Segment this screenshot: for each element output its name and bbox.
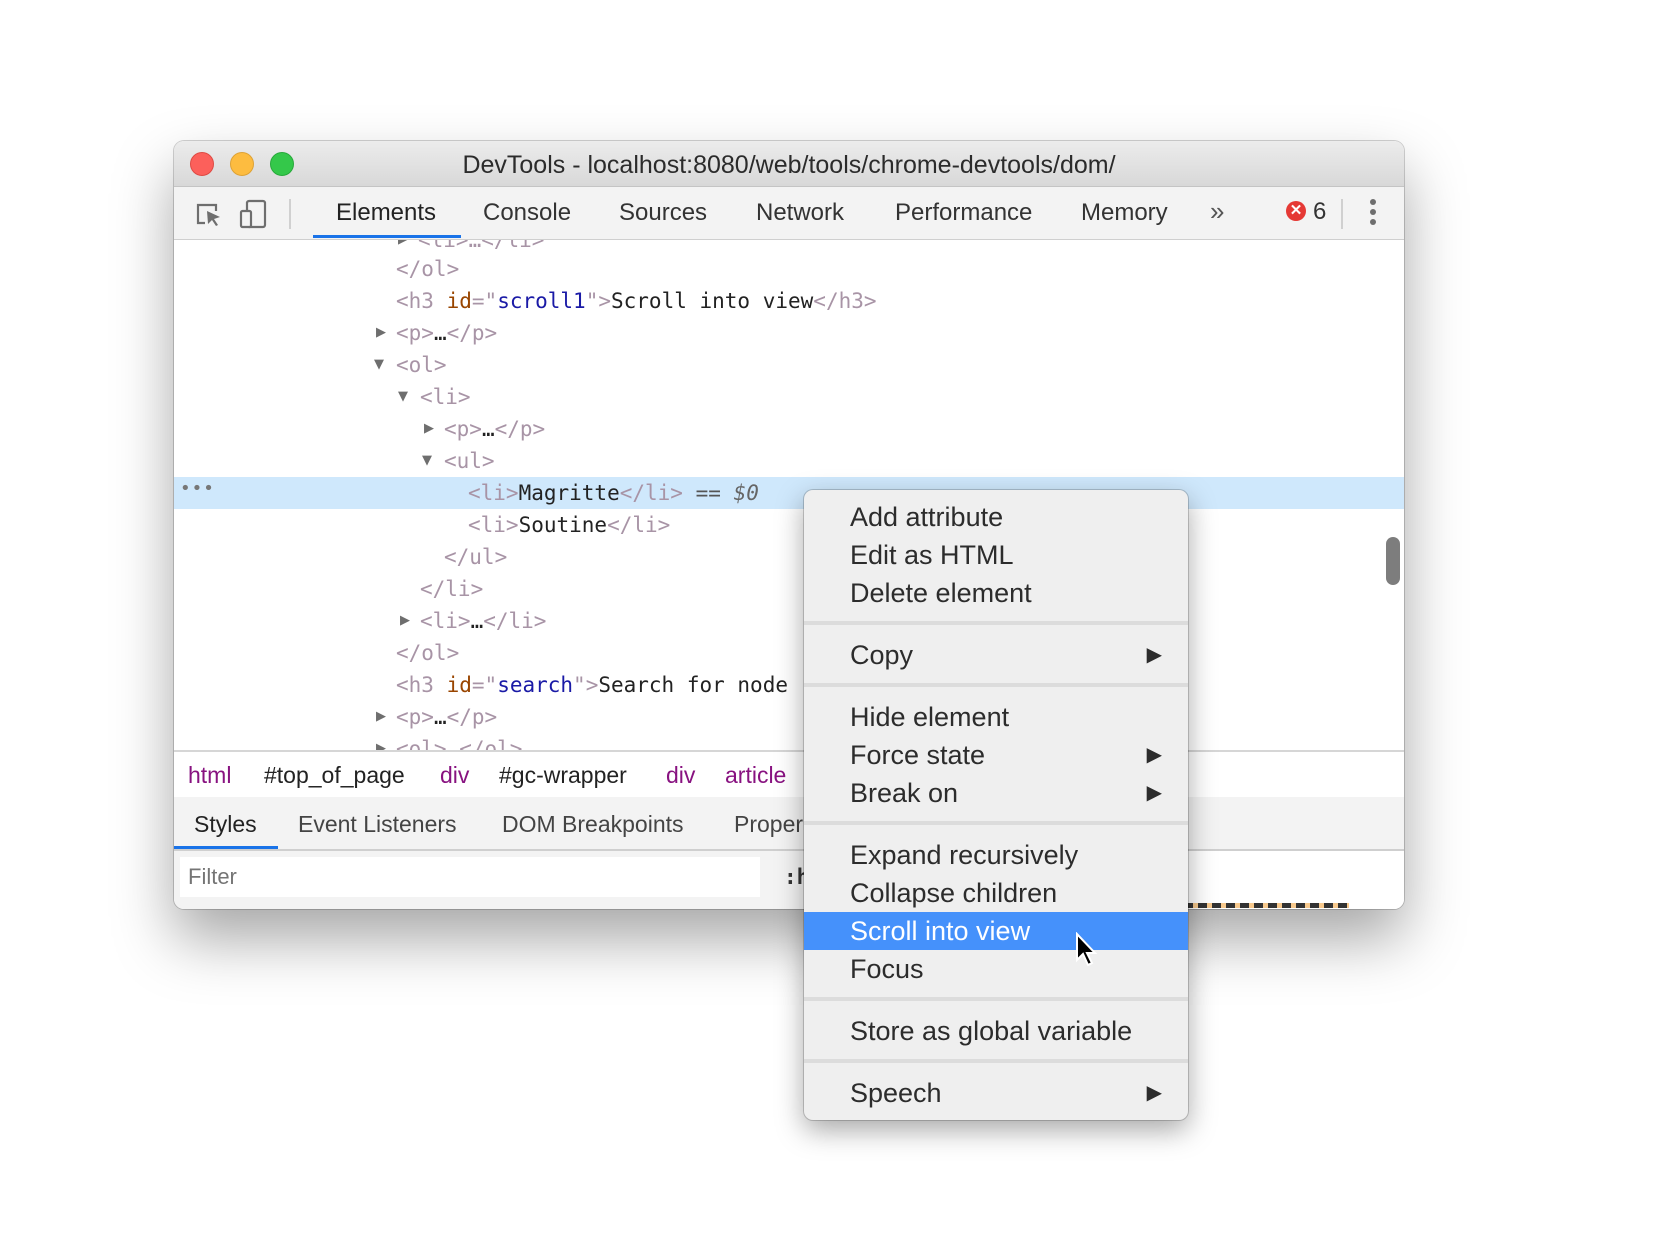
menu-item-store-as-global-variable[interactable]: Store as global variable: [804, 1012, 1188, 1050]
kebab-menu-icon[interactable]: [1370, 199, 1376, 229]
collapse-triangle-icon[interactable]: ▼: [422, 445, 432, 477]
dom-row[interactable]: ▼ <li>: [174, 381, 1404, 413]
tab-sources[interactable]: Sources: [619, 199, 707, 227]
toolbar-divider-right: [1341, 199, 1343, 229]
context-menu: Add attribute Edit as HTML Delete elemen…: [804, 490, 1188, 1120]
expand-triangle-icon[interactable]: ▶: [424, 413, 434, 445]
menu-item-focus[interactable]: Focus: [804, 950, 1188, 988]
tab-network[interactable]: Network: [756, 199, 844, 227]
breadcrumb-item[interactable]: #gc-wrapper: [499, 762, 627, 789]
error-count[interactable]: 6: [1313, 198, 1326, 226]
menu-item-speech[interactable]: Speech ▶: [804, 1074, 1188, 1112]
tab-dom-breakpoints[interactable]: DOM Breakpoints: [502, 811, 684, 838]
menu-item-add-attribute[interactable]: Add attribute: [804, 498, 1188, 536]
sidebar-tabs: Styles Event Listeners DOM Breakpoints P…: [174, 797, 1404, 851]
box-model-pane: [1184, 851, 1404, 909]
menu-item-force-state[interactable]: Force state ▶: [804, 736, 1188, 774]
menu-item-delete-element[interactable]: Delete element: [804, 574, 1188, 612]
tab-properties[interactable]: Proper: [734, 811, 803, 838]
submenu-arrow-icon: ▶: [1146, 782, 1162, 804]
active-tab-indicator: [313, 235, 461, 238]
collapse-triangle-icon[interactable]: ▼: [374, 349, 384, 381]
dom-row[interactable]: ▶ <ol>…</ol>: [174, 733, 1404, 750]
menu-item-copy[interactable]: Copy ▶: [804, 636, 1188, 674]
tab-performance[interactable]: Performance: [895, 199, 1032, 227]
main-toolbar: Elements Console Sources Network Perform…: [174, 187, 1404, 241]
more-tabs-icon[interactable]: »: [1210, 196, 1224, 227]
row-menu-icon[interactable]: •••: [180, 473, 215, 505]
window-title: DevTools - localhost:8080/web/tools/chro…: [462, 151, 1116, 179]
toolbar-divider: [289, 199, 291, 229]
breadcrumb-item[interactable]: div: [440, 762, 469, 789]
mouse-pointer-icon: [1076, 932, 1098, 967]
menu-item-collapse-children[interactable]: Collapse children: [804, 874, 1188, 912]
close-tag: </ol>: [396, 257, 460, 281]
tab-event-listeners[interactable]: Event Listeners: [298, 811, 457, 838]
collapse-triangle-icon[interactable]: ▼: [398, 381, 408, 413]
menu-separator: [804, 683, 1188, 687]
submenu-arrow-icon: ▶: [1146, 744, 1162, 766]
menu-item-expand-recursively[interactable]: Expand recursively: [804, 836, 1188, 874]
dom-row[interactable]: ▶ <p>…</p>: [174, 701, 1404, 733]
expand-triangle-icon[interactable]: ▶: [376, 317, 386, 349]
inspect-element-icon[interactable]: [194, 199, 224, 229]
dom-row[interactable]: </ul>: [174, 541, 1404, 573]
menu-item-edit-as-html[interactable]: Edit as HTML: [804, 536, 1188, 574]
styles-filter-input[interactable]: [180, 857, 760, 897]
dom-row[interactable]: <li>Soutine</li>: [174, 509, 1404, 541]
submenu-arrow-icon: ▶: [1146, 644, 1162, 666]
menu-separator: [804, 997, 1188, 1001]
dom-row-selected[interactable]: ••• <li>Magritte</li> == $0: [174, 477, 1404, 509]
dom-row[interactable]: ▼ <ol>: [174, 349, 1404, 381]
tab-memory[interactable]: Memory: [1081, 199, 1168, 227]
dom-row[interactable]: <h3 id="scroll1">Scroll into view</h3>: [174, 285, 1404, 317]
breadcrumb-item[interactable]: div: [666, 762, 695, 789]
title-bar: DevTools - localhost:8080/web/tools/chro…: [174, 141, 1404, 187]
box-model-outline: [1184, 903, 1349, 908]
menu-item-scroll-into-view[interactable]: Scroll into view: [804, 912, 1188, 950]
error-icon[interactable]: ✕: [1286, 201, 1306, 221]
dom-scrollbar-thumb[interactable]: [1386, 537, 1400, 585]
breadcrumb-item[interactable]: html: [188, 762, 231, 789]
dom-row[interactable]: ▶ <p>…</p>: [174, 317, 1404, 349]
dom-row[interactable]: </ol>: [174, 637, 1404, 669]
dom-row[interactable]: ▶ <li>…</li>: [174, 605, 1404, 637]
menu-separator: [804, 1059, 1188, 1063]
expand-triangle-icon[interactable]: ▶: [400, 605, 410, 637]
tab-styles[interactable]: Styles: [194, 811, 257, 838]
expand-triangle-icon[interactable]: ▶: [376, 701, 386, 733]
dom-row[interactable]: </li>: [174, 573, 1404, 605]
device-toolbar-icon[interactable]: [238, 199, 268, 229]
menu-item-hide-element[interactable]: Hide element: [804, 698, 1188, 736]
dom-row[interactable]: </ol>: [174, 253, 1404, 285]
dom-row[interactable]: ▶ <p>…</p>: [174, 413, 1404, 445]
menu-separator: [804, 821, 1188, 825]
breadcrumb-item[interactable]: article: [725, 762, 786, 789]
tab-elements[interactable]: Elements: [336, 199, 436, 227]
breadcrumb-item[interactable]: #top_of_page: [264, 762, 405, 789]
menu-item-break-on[interactable]: Break on ▶: [804, 774, 1188, 812]
submenu-arrow-icon: ▶: [1146, 1082, 1162, 1104]
tab-console[interactable]: Console: [483, 199, 571, 227]
active-subtab-indicator: [174, 846, 278, 849]
breadcrumb: html #top_of_page div #gc-wrapper div ar…: [174, 750, 1404, 799]
dom-row[interactable]: <h3 id="search">Search for node: [174, 669, 1404, 701]
dom-row[interactable]: ▼ <ul>: [174, 445, 1404, 477]
menu-separator: [804, 621, 1188, 625]
devtools-window: DevTools - localhost:8080/web/tools/chro…: [174, 141, 1404, 909]
dom-tree: ▶ <li>…</li> </ol> <h3 id="scroll1">Scro…: [174, 240, 1404, 750]
